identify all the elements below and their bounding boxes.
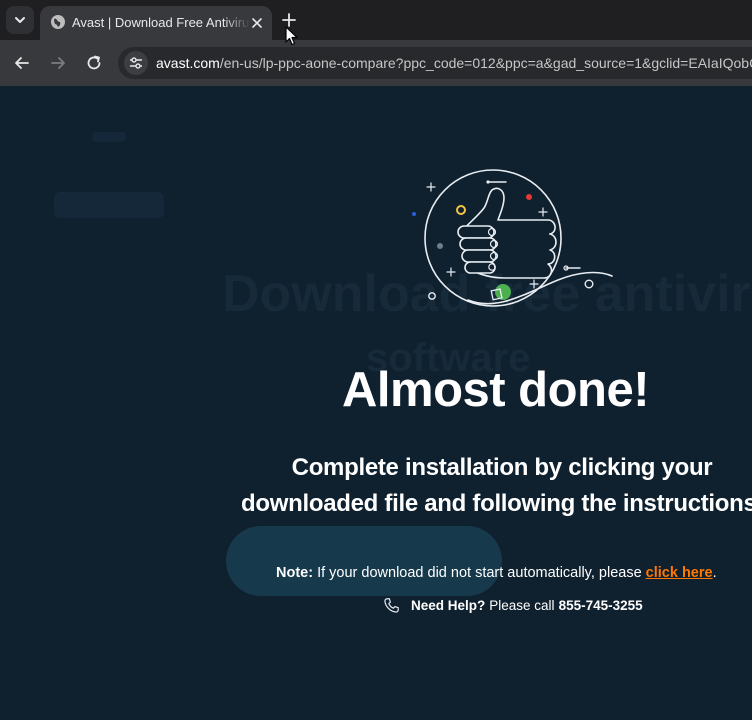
background-logo — [54, 192, 164, 218]
help-label: Need Help? — [411, 598, 486, 613]
help-text: Please call — [489, 598, 555, 613]
note-end: . — [712, 565, 717, 581]
active-tab[interactable]: Avast | Download Free Antivirus & VPN — [40, 6, 272, 40]
support-phone-number[interactable]: 855-745-3255 — [559, 598, 643, 613]
mouse-cursor-icon — [285, 26, 298, 46]
chevron-down-icon — [15, 17, 25, 23]
click-here-link[interactable]: click here — [646, 565, 713, 581]
instructions-line-1: Complete installation by clicking your — [291, 454, 713, 481]
close-icon[interactable] — [250, 16, 264, 30]
page-title: Almost done! — [342, 363, 650, 417]
instructions-line-2: downloaded file and following the instru… — [241, 490, 752, 517]
phone-icon — [384, 598, 399, 613]
back-arrow-icon[interactable] — [13, 54, 31, 72]
url-text: avast.com/en-us/lp-ppc-aone-compare?ppc_… — [156, 55, 752, 71]
reload-icon[interactable] — [85, 54, 103, 72]
background-nav-item — [92, 132, 126, 142]
url-path: /en-us/lp-ppc-aone-compare?ppc_code=012&… — [219, 55, 752, 71]
address-bar[interactable]: avast.com/en-us/lp-ppc-aone-compare?ppc_… — [118, 47, 752, 79]
tab-bar: Avast | Download Free Antivirus & VPN — [0, 0, 752, 40]
globe-icon — [51, 15, 65, 29]
url-host: avast.com — [156, 55, 220, 71]
tab-title: Avast | Download Free Antivirus & VPN — [72, 15, 250, 30]
tab-search-button[interactable] — [6, 6, 34, 34]
thumbs-up-illustration — [412, 169, 613, 307]
page-content: Download free antivirus software — [0, 86, 752, 720]
instructions-text: Complete installation by clicking your d… — [222, 450, 752, 522]
tune-icon — [130, 57, 142, 69]
note-text: If your download did not start automatic… — [313, 565, 646, 581]
forward-arrow-icon[interactable] — [49, 54, 67, 72]
site-info-button[interactable] — [124, 51, 148, 75]
note-label: Note: — [276, 565, 314, 581]
help-line: Need Help? Please call 855-745-3255 — [382, 596, 643, 615]
download-note: Note: If your download did not start aut… — [276, 565, 717, 581]
browser-toolbar: avast.com/en-us/lp-ppc-aone-compare?ppc_… — [0, 40, 752, 86]
background-download-button — [226, 526, 502, 596]
